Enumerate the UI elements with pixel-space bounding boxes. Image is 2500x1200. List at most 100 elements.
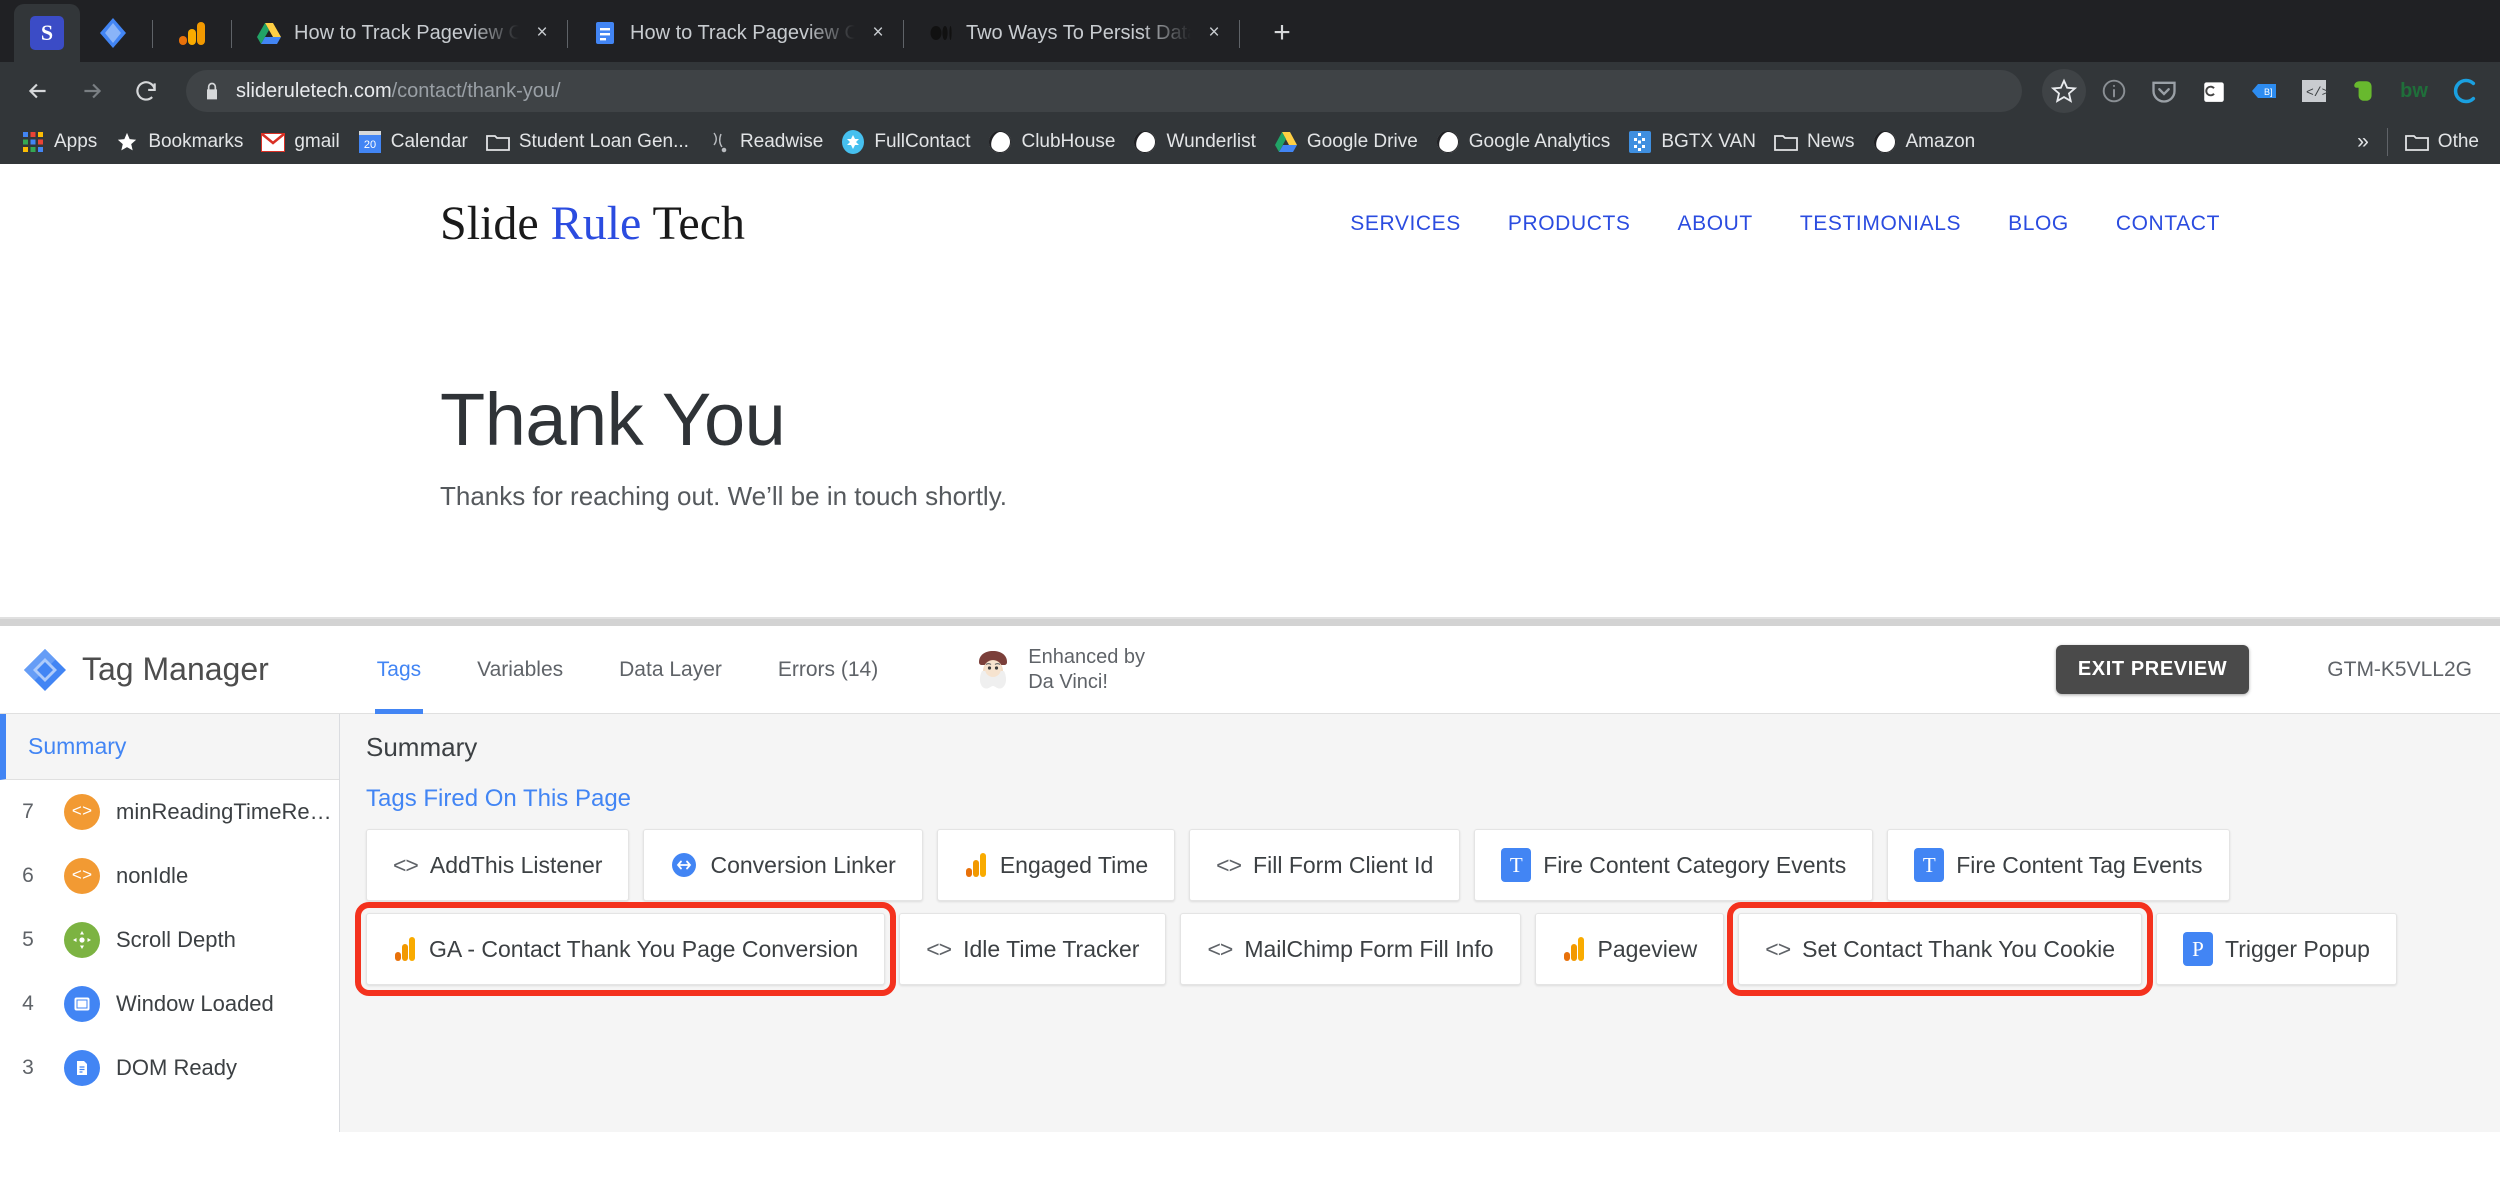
container-id: GTM-K5VLL2G bbox=[2327, 657, 2472, 681]
url-host: slideruletech.com bbox=[236, 79, 392, 102]
pinned-tab-analytics[interactable] bbox=[159, 4, 225, 62]
tag-card-pageview[interactable]: Pageview bbox=[1534, 913, 1725, 985]
tag-card-conversion-linker[interactable]: Conversion Linker bbox=[643, 829, 923, 901]
bookmark-label: Bookmarks bbox=[148, 131, 244, 152]
tag-label: Fire Content Tag Events bbox=[1956, 851, 2203, 878]
reload-button[interactable] bbox=[122, 67, 170, 115]
bitwarden-icon[interactable]: bw bbox=[2392, 69, 2436, 113]
tag-card-fire-content-category-events[interactable]: T Fire Content Category Events bbox=[1474, 829, 1874, 901]
tab-1[interactable]: How to Track Pageview Conver × bbox=[574, 4, 897, 62]
google-analytics-icon bbox=[1562, 935, 1586, 963]
bookmark-other-folder[interactable]: Othe bbox=[2396, 125, 2488, 159]
bookmark-readwise[interactable]: Readwise bbox=[698, 125, 832, 159]
tab-errors[interactable]: Errors (14) bbox=[750, 626, 906, 714]
davinci-line-1: Enhanced by bbox=[1028, 645, 1145, 668]
site-logo[interactable]: Slide Rule Tech bbox=[440, 196, 745, 251]
nav-item-services[interactable]: SERVICES bbox=[1350, 212, 1461, 236]
tag-manager-tabs: Tags Variables Data Layer Errors (14) bbox=[349, 626, 906, 714]
bookmark-star-icon[interactable] bbox=[2042, 69, 2086, 113]
bookmark-label: Calendar bbox=[390, 131, 468, 152]
bookmark-amazon[interactable]: Amazon bbox=[1864, 125, 1985, 159]
sidebar-item-nonidle[interactable]: 6 <> nonIdle bbox=[0, 844, 339, 908]
back-button[interactable] bbox=[14, 67, 62, 115]
reload-icon bbox=[136, 81, 156, 101]
tab-close-icon[interactable]: × bbox=[529, 20, 555, 46]
tag-card-mailchimp-form-fill-info[interactable]: <> MailChimp Form Fill Info bbox=[1180, 913, 1521, 985]
bookmark-clubhouse[interactable]: ClubHouse bbox=[979, 125, 1124, 159]
event-label: Window Loaded bbox=[116, 991, 274, 1016]
buffer-tag-icon[interactable]: B] bbox=[2242, 69, 2286, 113]
calendar-icon[interactable] bbox=[2192, 69, 2236, 113]
nav-item-products[interactable]: PRODUCTS bbox=[1508, 212, 1631, 236]
nav-item-about[interactable]: ABOUT bbox=[1678, 212, 1753, 236]
tag-card-engaged-time[interactable]: Engaged Time bbox=[936, 829, 1176, 901]
exit-preview-button[interactable]: EXIT PREVIEW bbox=[2055, 645, 2250, 694]
sidebar-item-dom-ready[interactable]: 3 DOM Ready bbox=[0, 1036, 339, 1100]
sidebar-item-minreadingtime[interactable]: 7 <> minReadingTimeRe… bbox=[0, 780, 339, 844]
lock-icon bbox=[202, 81, 222, 101]
evernote-icon[interactable] bbox=[2342, 69, 2386, 113]
davinci-line-2: Da Vinci! bbox=[1028, 670, 1108, 693]
tab-title: Two Ways To Persist Data Via C bbox=[966, 21, 1191, 44]
nav-item-contact[interactable]: CONTACT bbox=[2116, 212, 2220, 236]
google-drive-icon bbox=[257, 23, 281, 44]
bookmark-fullcontact[interactable]: FullContact bbox=[832, 125, 979, 159]
tab-close-icon[interactable]: × bbox=[865, 20, 891, 46]
calendar-20-icon: 20 bbox=[358, 130, 382, 154]
bookmark-label: News bbox=[1806, 131, 1855, 152]
tab-0[interactable]: How to Track Pageview Conver × bbox=[238, 4, 561, 62]
tab-close-icon[interactable]: × bbox=[1201, 20, 1227, 46]
tag-card-idle-time-tracker[interactable]: <> Idle Time Tracker bbox=[899, 913, 1167, 985]
bookmark-label: Othe bbox=[2437, 131, 2479, 152]
tab-data-layer[interactable]: Data Layer bbox=[591, 626, 750, 714]
tag-manager-body: Summary 7 <> minReadingTimeRe… 6 <> nonI… bbox=[0, 714, 2500, 1132]
sidebar-item-summary[interactable]: Summary bbox=[0, 714, 339, 780]
tab-2[interactable]: Two Ways To Persist Data Via C × bbox=[910, 4, 1233, 62]
tag-card-ga-contact-thank-you-page-conversion[interactable]: GA - Contact Thank You Page Conversion bbox=[354, 902, 897, 996]
bookmark-label: FullContact bbox=[874, 131, 971, 152]
sidebar-item-window-loaded[interactable]: 4 Window Loaded bbox=[0, 972, 339, 1036]
bookmark-bookmarks[interactable]: Bookmarks bbox=[106, 125, 252, 159]
pocket-icon[interactable] bbox=[2142, 69, 2186, 113]
bookmark-google-analytics[interactable]: Google Analytics bbox=[1427, 125, 1620, 159]
tag-manager-icon bbox=[24, 648, 66, 691]
bookmark-label: Amazon bbox=[1905, 131, 1976, 152]
forward-button[interactable] bbox=[68, 67, 116, 115]
bookmark-label: ClubHouse bbox=[1021, 131, 1116, 152]
nav-item-blog[interactable]: BLOG bbox=[2008, 212, 2069, 236]
bookmark-label: Apps bbox=[54, 131, 98, 152]
star-icon bbox=[115, 130, 139, 154]
pinned-tab-tag-manager[interactable] bbox=[80, 4, 146, 62]
bookmarks-overflow-button[interactable]: » bbox=[2347, 130, 2379, 154]
bookmark-news[interactable]: News bbox=[1765, 125, 1864, 159]
info-circle-icon[interactable] bbox=[2092, 69, 2136, 113]
tag-card-addthis-listener[interactable]: <> AddThis Listener bbox=[366, 829, 630, 901]
clickup-icon[interactable] bbox=[2442, 69, 2486, 113]
tab-separator bbox=[231, 20, 232, 48]
code-brackets-icon[interactable]: </> bbox=[2292, 69, 2336, 113]
tag-card-set-contact-thank-you-cookie[interactable]: <> Set Contact Thank You Cookie bbox=[1727, 902, 2154, 996]
nav-item-testimonials[interactable]: TESTIMONIALS bbox=[1800, 212, 1961, 236]
bookmark-student-loan-gen[interactable]: Student Loan Gen... bbox=[477, 125, 698, 159]
tag-manager-icon bbox=[100, 18, 126, 48]
bookmark-gmail[interactable]: gmail bbox=[252, 125, 348, 159]
bookmark-wunderlist[interactable]: Wunderlist bbox=[1124, 125, 1264, 159]
address-bar[interactable]: slideruletech.com /contact/thank-you/ bbox=[186, 70, 2022, 112]
tab-variables[interactable]: Variables bbox=[449, 626, 591, 714]
tab-tags[interactable]: Tags bbox=[349, 626, 449, 714]
bookmark-bgtx-van[interactable]: BGTX VAN bbox=[1619, 125, 1765, 159]
readwise-icon bbox=[707, 130, 731, 154]
url-path: /contact/thank-you/ bbox=[391, 79, 561, 102]
code-circle-icon: <> bbox=[64, 794, 100, 830]
new-tab-button[interactable]: + bbox=[1260, 11, 1304, 55]
pinned-tab-slack[interactable]: S bbox=[14, 4, 80, 62]
tag-card-fire-content-tag-events[interactable]: T Fire Content Tag Events bbox=[1887, 829, 2230, 901]
tag-card-fill-form-client-id[interactable]: <> Fill Form Client Id bbox=[1189, 829, 1461, 901]
bookmark-calendar[interactable]: 20 Calendar bbox=[349, 125, 477, 159]
tag-card-trigger-popup[interactable]: P Trigger Popup bbox=[2156, 913, 2397, 985]
bookmark-apps[interactable]: Apps bbox=[12, 125, 106, 159]
tags-fired-heading[interactable]: Tags Fired On This Page bbox=[366, 785, 2474, 813]
enhanced-by-davinci-badge: Enhanced by Da Vinci! bbox=[970, 645, 1145, 695]
bookmark-google-drive[interactable]: Google Drive bbox=[1265, 125, 1427, 159]
sidebar-item-scroll-depth[interactable]: 5 Scroll Depth bbox=[0, 908, 339, 972]
